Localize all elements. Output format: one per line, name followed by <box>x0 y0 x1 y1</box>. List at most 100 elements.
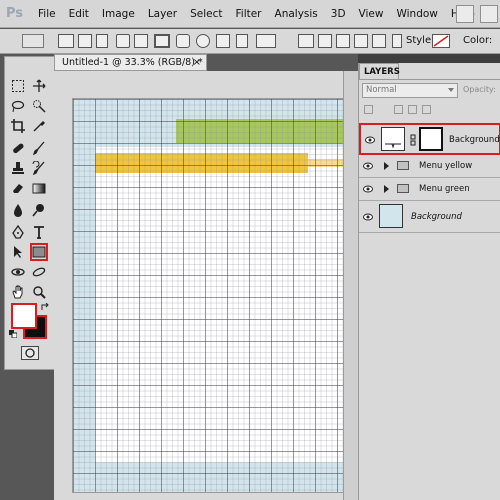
brush-icon <box>32 141 45 155</box>
menu-3d[interactable]: 3D <box>331 8 346 20</box>
lock-position-icon[interactable] <box>408 105 417 114</box>
blur-tool[interactable] <box>9 201 27 219</box>
menu-window[interactable]: Window <box>396 8 437 20</box>
canvas-workspace[interactable] <box>54 71 358 500</box>
quick-select-icon <box>33 100 46 113</box>
document-title: Untitled-1 @ 33.3% (RGB/8) * <box>62 57 203 68</box>
zoom-tool[interactable] <box>30 283 48 301</box>
vector-mask-thumbnail <box>419 127 443 151</box>
hand-icon <box>12 285 23 299</box>
type-icon <box>34 226 44 239</box>
blend-mode-value: Normal <box>366 85 397 95</box>
menu-file[interactable]: File <box>38 8 56 20</box>
dodge-tool[interactable] <box>30 201 48 219</box>
layer-row-background[interactable]: Background <box>359 201 500 233</box>
stamp-tool[interactable] <box>9 159 27 177</box>
color-label: Color: <box>463 35 493 46</box>
vertical-scrollbar[interactable] <box>343 71 358 500</box>
expand-triangle-icon[interactable] <box>384 162 389 170</box>
blur-icon <box>14 204 22 217</box>
move-tool[interactable] <box>30 77 48 95</box>
eraser-tool[interactable] <box>9 179 27 197</box>
menu-filter[interactable]: Filter <box>236 8 262 20</box>
layer-row-menu-yellow[interactable]: Menu yellow <box>359 155 500 178</box>
eyedropper-tool[interactable] <box>30 117 48 135</box>
foreground-color-swatch[interactable] <box>11 303 37 329</box>
layer-row-menu-green[interactable]: Menu green <box>359 178 500 201</box>
path-select-tool[interactable] <box>9 243 27 261</box>
lock-transparency-icon[interactable] <box>364 105 373 114</box>
intersect-shape-button[interactable] <box>354 34 368 48</box>
layer-thumbnail <box>379 204 403 228</box>
lasso-icon <box>11 100 25 113</box>
style-picker[interactable] <box>432 34 450 48</box>
layers-tab[interactable]: LAYERS <box>359 63 400 80</box>
gradient-icon <box>32 183 46 194</box>
document-tab[interactable]: Untitled-1 @ 33.3% (RGB/8) * × <box>54 54 207 71</box>
link-icon <box>410 134 416 146</box>
move-icon <box>33 79 46 92</box>
expand-triangle-icon[interactable] <box>384 185 389 193</box>
layer-thumbnail <box>381 127 405 151</box>
shape-layers-mode-button[interactable] <box>58 34 74 48</box>
rounded-rectangle-option[interactable] <box>176 34 190 48</box>
menu-select[interactable]: Select <box>190 8 222 20</box>
canvas-grid <box>73 99 357 492</box>
crop-tool[interactable] <box>9 117 27 135</box>
pen-tool-option[interactable] <box>116 34 130 48</box>
menu-image[interactable]: Image <box>102 8 135 20</box>
3d-orbit-tool[interactable] <box>30 263 48 281</box>
ellipse-option[interactable] <box>196 34 210 48</box>
window-control-button[interactable] <box>480 5 498 23</box>
window-control-button[interactable] <box>456 5 474 23</box>
path-select-icon <box>14 246 22 258</box>
close-icon[interactable]: × <box>193 55 201 70</box>
layer-name: Menu yellow <box>419 161 473 171</box>
pen-tool[interactable] <box>9 223 27 241</box>
eraser-icon <box>13 184 23 193</box>
subtract-shape-button[interactable] <box>336 34 350 48</box>
gradient-tool[interactable] <box>30 179 48 197</box>
menu-layer[interactable]: Layer <box>148 8 177 20</box>
lasso-tool[interactable] <box>9 97 27 115</box>
blend-mode-select[interactable]: Normal <box>362 83 458 98</box>
menu-view[interactable]: View <box>359 8 384 20</box>
history-brush-tool[interactable] <box>30 159 48 177</box>
3d-rotate-tool[interactable] <box>9 263 27 281</box>
menu-analysis[interactable]: Analysis <box>275 8 318 20</box>
swap-colors-icon[interactable] <box>41 302 50 311</box>
freeform-pen-option[interactable] <box>134 34 148 48</box>
folder-icon <box>397 161 409 170</box>
brush-tool[interactable] <box>30 139 48 157</box>
rectangle-shape-option[interactable] <box>154 34 170 48</box>
quick-select-tool[interactable] <box>30 97 48 115</box>
eye-icon <box>365 136 375 144</box>
document-canvas[interactable] <box>72 98 358 493</box>
tool-preset-picker[interactable] <box>22 34 44 48</box>
marquee-tool[interactable] <box>9 77 27 95</box>
layer-row-background-shape[interactable]: Background <box>359 123 500 155</box>
lock-all-icon[interactable] <box>422 105 431 114</box>
new-shape-layer-button[interactable] <box>298 34 314 48</box>
rectangle-shape-tool[interactable] <box>30 243 48 261</box>
eyedropper-icon <box>33 121 45 132</box>
add-to-shape-button[interactable] <box>318 34 332 48</box>
exclude-shape-button[interactable] <box>372 34 386 48</box>
paths-mode-button[interactable] <box>78 34 92 48</box>
link-layer-style-button[interactable] <box>392 34 402 48</box>
dodge-icon <box>32 204 44 217</box>
polygon-option[interactable] <box>216 34 230 48</box>
hand-tool[interactable] <box>9 283 27 301</box>
line-option[interactable] <box>236 34 248 48</box>
quick-mask-button[interactable] <box>21 346 39 360</box>
type-tool[interactable] <box>30 223 48 241</box>
style-label: Style: <box>406 35 435 46</box>
menu-edit[interactable]: Edit <box>69 8 89 20</box>
eye-icon <box>363 213 373 221</box>
healing-brush-tool[interactable] <box>9 139 27 157</box>
default-colors-icon[interactable] <box>9 330 18 339</box>
lock-pixels-icon[interactable] <box>394 105 403 114</box>
custom-shape-option[interactable] <box>256 34 276 48</box>
photoshop-logo: Ps <box>6 5 24 21</box>
fill-pixels-mode-button[interactable] <box>96 34 108 48</box>
